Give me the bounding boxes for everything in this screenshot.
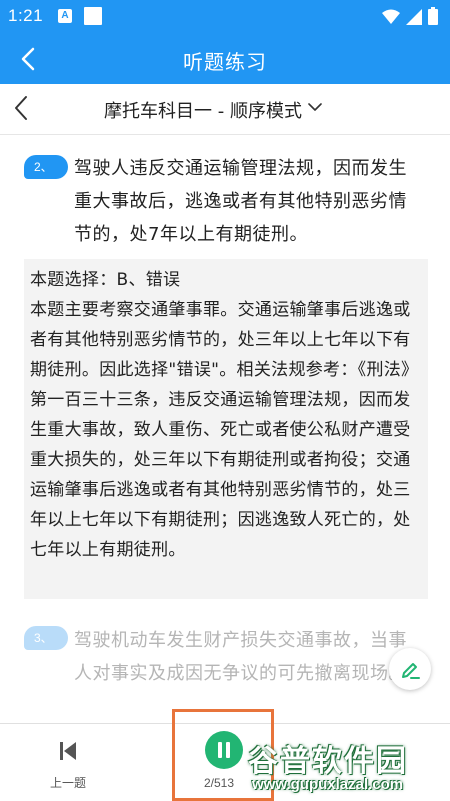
status-time: 1:21	[8, 6, 44, 25]
question-text: 驾驶人违反交通运输管理法规，因而发生重大事故后，逃逸或者有其他特别恶劣情节的，处…	[74, 158, 407, 245]
explanation-panel: 本题选择：B、错误 本题主要考察交通肇事罪。交通运输肇事后逃逸或者有其他特别恶劣…	[24, 259, 428, 599]
chevron-left-icon[interactable]	[10, 94, 34, 122]
mode-selector[interactable]: 摩托车科目一 - 顺序模式	[104, 97, 322, 123]
app-bar: 听题练习	[0, 34, 450, 84]
next-question-text: 驾驶机动车发生财产损失交通事故，当事人对事实及成因无争议的可先撤离现场。	[74, 630, 407, 684]
sub-header: 摩托车科目一 - 顺序模式	[0, 84, 450, 135]
previous-question-button[interactable]: 上一题	[36, 734, 100, 794]
a-notification-icon: A	[58, 9, 72, 23]
pen-icon	[402, 663, 420, 679]
battery-icon	[428, 7, 438, 25]
chevron-down-icon	[308, 103, 322, 111]
pause-icon-bar	[226, 742, 230, 758]
watermark-url: www.gupuxlazal.com	[252, 776, 404, 793]
watermark: 谷普软件园 www.gupuxlazal.com	[248, 736, 448, 798]
pause-icon	[218, 742, 222, 758]
pause-button[interactable]	[205, 731, 243, 769]
watermark-logo: 谷普软件园	[248, 744, 408, 779]
question-number-badge: 2、	[24, 155, 68, 179]
skip-previous-icon	[60, 742, 76, 760]
explanation-choice: 本题选择：B、错误	[30, 270, 181, 290]
next-question-number-badge: 3、	[24, 626, 68, 650]
previous-question-label: 上一题	[49, 776, 86, 790]
edit-floating-button[interactable]	[389, 648, 431, 690]
explanation-text: 本题主要考察交通肇事罪。交通运输肇事后逃逸或者有其他特别恶劣情节的，处三年以上七…	[30, 300, 419, 560]
page-title: 听题练习	[183, 50, 267, 74]
status-bar: 1:21 A	[0, 0, 450, 34]
cell-signal-icon	[406, 9, 422, 25]
square-notification-icon	[84, 7, 102, 25]
question-progress: 2/513	[204, 776, 235, 790]
wifi-icon	[382, 9, 400, 24]
mode-title: 摩托车科目一 - 顺序模式	[104, 101, 302, 122]
